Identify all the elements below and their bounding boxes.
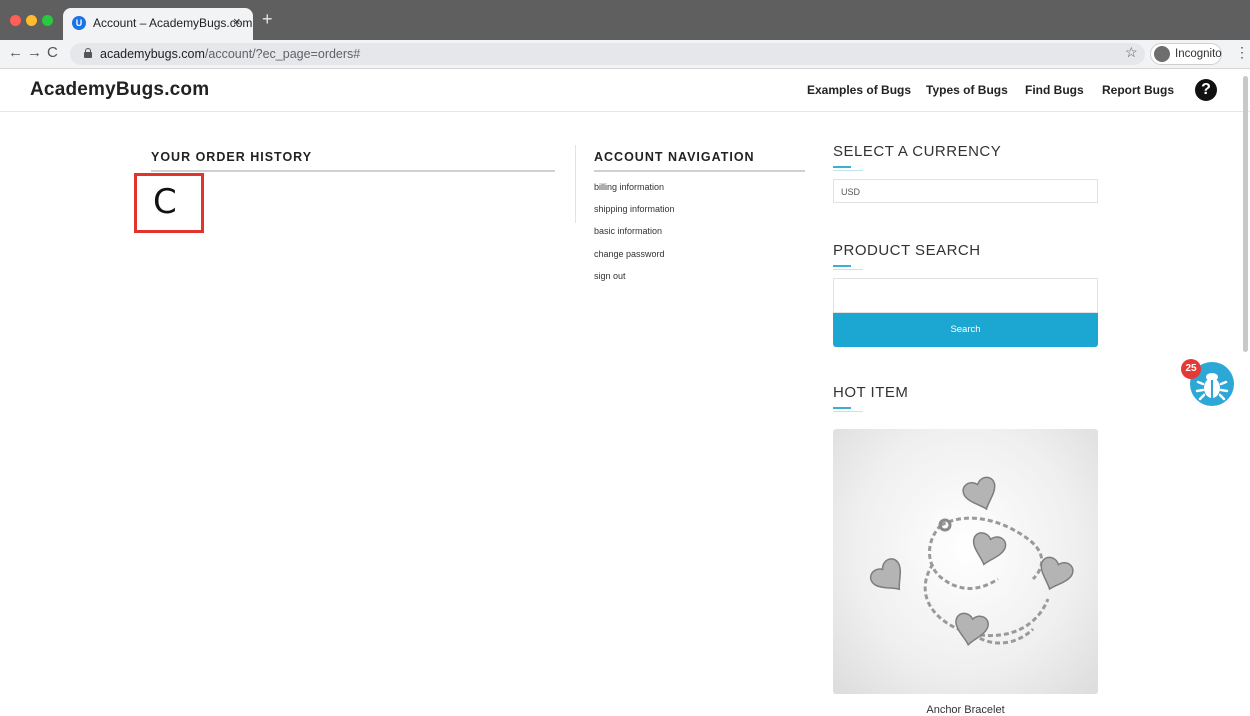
lock-icon [84,48,92,58]
tab-title: Account – AcademyBugs.com [93,16,253,30]
currency-heading-accent-line [833,170,863,171]
reload-icon[interactable]: C [47,45,58,61]
site-header: AcademyBugs.com Examples of Bugs Types o… [0,68,1250,112]
back-arrow-icon[interactable]: ← [8,45,23,61]
nav-types-of-bugs[interactable]: Types of Bugs [926,83,1008,97]
nav-report-bugs[interactable]: Report Bugs [1102,83,1174,97]
site-logo[interactable]: AcademyBugs.com [30,79,209,101]
forward-arrow-icon[interactable]: → [27,45,42,61]
currency-select[interactable]: USD [833,179,1098,203]
hot-item-image[interactable] [833,429,1098,694]
order-history-content: C [153,182,177,222]
product-search-heading: PRODUCT SEARCH [833,242,981,259]
maximize-window-button[interactable] [42,15,53,26]
url-domain: academybugs.com [100,47,205,61]
incognito-indicator[interactable]: Incognito [1150,43,1222,65]
browser-toolbar: ← → C academybugs.com/account/?ec_page=o… [0,40,1250,69]
shipping-information-link[interactable]: shipping information [594,204,675,214]
change-password-link[interactable]: change password [594,249,665,259]
account-navigation-heading: ACCOUNT NAVIGATION [594,150,755,164]
new-tab-button[interactable]: + [262,10,273,28]
nav-examples-of-bugs[interactable]: Examples of Bugs [807,83,911,97]
close-window-button[interactable] [10,15,21,26]
sign-out-link[interactable]: sign out [594,271,626,281]
browser-titlebar: U Account – AcademyBugs.com × + [0,0,1250,40]
url-text[interactable]: academybugs.com/account/?ec_page=orders# [100,47,360,61]
url-path: /account/?ec_page=orders# [204,47,361,61]
browser-menu-icon[interactable]: ⋮ [1235,44,1249,61]
column-divider [575,145,576,223]
basic-information-link[interactable]: basic information [594,226,662,236]
search-heading-accent [833,265,851,267]
order-history-heading: YOUR ORDER HISTORY [151,150,313,164]
search-heading-accent-line [833,269,863,270]
bookmark-star-icon[interactable]: ☆ [1125,44,1138,61]
nav-find-bugs[interactable]: Find Bugs [1025,83,1084,97]
address-bar[interactable]: academybugs.com/account/?ec_page=orders# [70,43,1145,65]
hot-item-heading-accent-line [833,411,863,412]
site-favicon-icon: U [72,16,86,30]
currency-heading-accent [833,166,851,168]
incognito-icon [1154,46,1170,62]
bracelet-illustration [870,476,1074,647]
browser-tab[interactable]: U Account – AcademyBugs.com × [63,8,253,40]
hot-item-name[interactable]: Anchor Bracelet [833,704,1098,716]
currency-heading: SELECT A CURRENCY [833,143,1002,160]
order-history-divider [151,170,555,172]
bug-count-badge: 25 [1181,359,1201,379]
hot-item-heading: HOT ITEM [833,384,909,401]
billing-information-link[interactable]: billing information [594,182,664,192]
minimize-window-button[interactable] [26,15,37,26]
search-button[interactable]: Search [833,313,1098,347]
account-navigation-divider [594,170,805,172]
tab-close-icon[interactable]: × [233,14,241,29]
hot-item-heading-accent [833,407,851,409]
order-history-highlight: C [134,173,204,233]
product-search-input[interactable] [833,278,1098,313]
incognito-label: Incognito [1175,48,1222,60]
page-scrollbar[interactable] [1243,76,1248,352]
help-icon[interactable]: ? [1195,79,1217,101]
